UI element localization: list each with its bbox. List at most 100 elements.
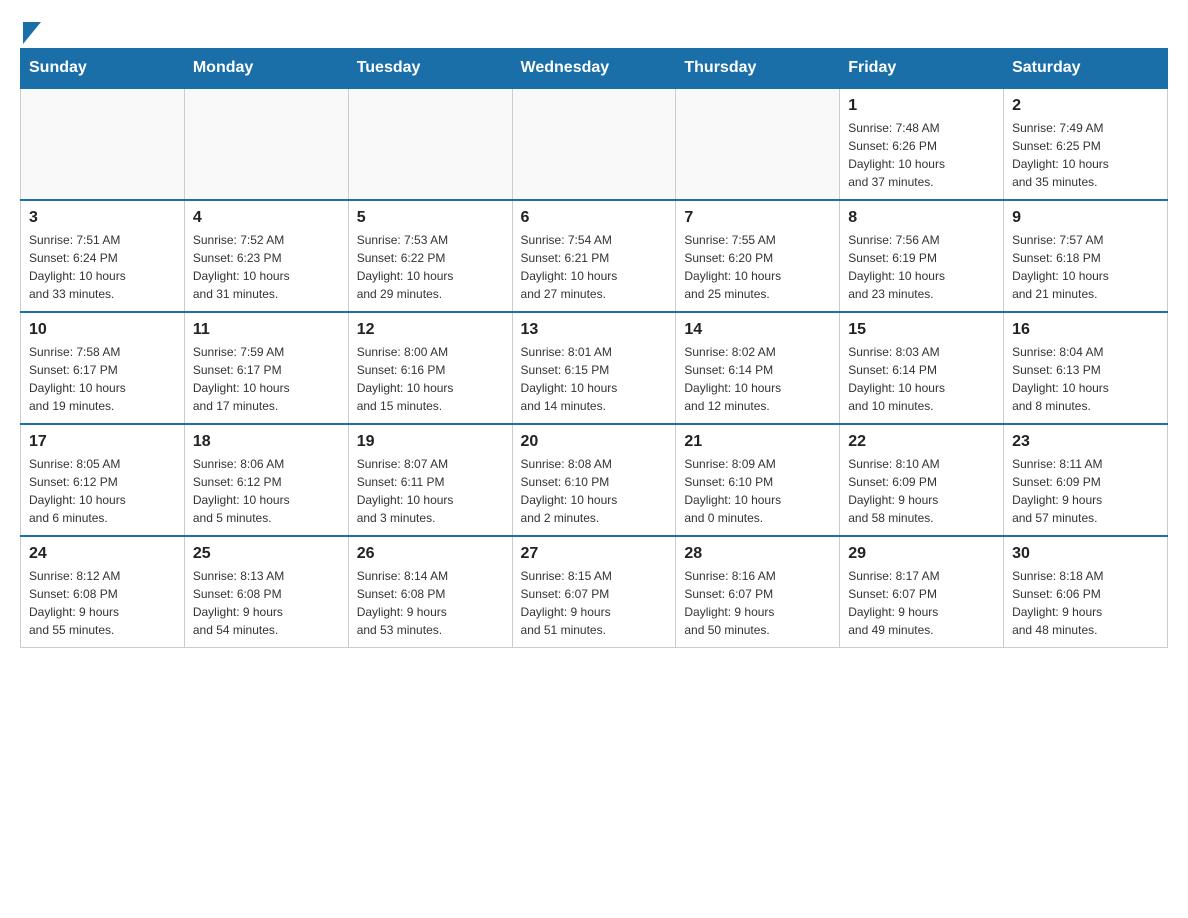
day-number: 16 — [1012, 321, 1159, 339]
calendar-cell: 24 Sunrise: 8:12 AM Sunset: 6:08 PM Dayli… — [21, 536, 185, 648]
calendar-cell: 28 Sunrise: 8:16 AM Sunset: 6:07 PM Dayli… — [676, 536, 840, 648]
day-sun-info: Sunrise: 8:13 AM Sunset: 6:08 PM Dayligh… — [193, 569, 284, 637]
weekday-header-friday: Friday — [840, 49, 1004, 89]
day-number: 11 — [193, 321, 340, 339]
weekday-header-row: SundayMondayTuesdayWednesdayThursdayFrid… — [21, 49, 1168, 89]
calendar-cell — [512, 88, 676, 200]
calendar-cell: 3 Sunrise: 7:51 AM Sunset: 6:24 PM Daylig… — [21, 200, 185, 312]
day-sun-info: Sunrise: 8:03 AM Sunset: 6:14 PM Dayligh… — [848, 345, 945, 413]
calendar-cell — [21, 88, 185, 200]
calendar-cell: 10 Sunrise: 7:58 AM Sunset: 6:17 PM Dayli… — [21, 312, 185, 424]
day-number: 25 — [193, 545, 340, 563]
calendar-cell: 12 Sunrise: 8:00 AM Sunset: 6:16 PM Dayli… — [348, 312, 512, 424]
day-sun-info: Sunrise: 8:17 AM Sunset: 6:07 PM Dayligh… — [848, 569, 939, 637]
day-sun-info: Sunrise: 7:52 AM Sunset: 6:23 PM Dayligh… — [193, 233, 290, 301]
day-number: 21 — [684, 433, 831, 451]
calendar-cell: 17 Sunrise: 8:05 AM Sunset: 6:12 PM Dayli… — [21, 424, 185, 536]
day-number: 3 — [29, 209, 176, 227]
calendar-cell: 4 Sunrise: 7:52 AM Sunset: 6:23 PM Daylig… — [184, 200, 348, 312]
day-number: 5 — [357, 209, 504, 227]
day-number: 30 — [1012, 545, 1159, 563]
calendar-cell: 27 Sunrise: 8:15 AM Sunset: 6:07 PM Dayli… — [512, 536, 676, 648]
day-number: 27 — [521, 545, 668, 563]
day-sun-info: Sunrise: 7:51 AM Sunset: 6:24 PM Dayligh… — [29, 233, 126, 301]
calendar-cell — [184, 88, 348, 200]
day-sun-info: Sunrise: 8:07 AM Sunset: 6:11 PM Dayligh… — [357, 457, 454, 525]
day-sun-info: Sunrise: 8:10 AM Sunset: 6:09 PM Dayligh… — [848, 457, 939, 525]
calendar-cell: 25 Sunrise: 8:13 AM Sunset: 6:08 PM Dayli… — [184, 536, 348, 648]
day-number: 18 — [193, 433, 340, 451]
day-number: 26 — [357, 545, 504, 563]
day-sun-info: Sunrise: 7:56 AM Sunset: 6:19 PM Dayligh… — [848, 233, 945, 301]
day-sun-info: Sunrise: 8:16 AM Sunset: 6:07 PM Dayligh… — [684, 569, 775, 637]
day-number: 23 — [1012, 433, 1159, 451]
day-number: 28 — [684, 545, 831, 563]
calendar-week-5: 24 Sunrise: 8:12 AM Sunset: 6:08 PM Dayli… — [21, 536, 1168, 648]
day-sun-info: Sunrise: 7:54 AM Sunset: 6:21 PM Dayligh… — [521, 233, 618, 301]
day-sun-info: Sunrise: 8:08 AM Sunset: 6:10 PM Dayligh… — [521, 457, 618, 525]
calendar-week-1: 1Sunrise: 7:48 AM Sunset: 6:26 PM Daylig… — [21, 88, 1168, 200]
logo — [20, 20, 41, 38]
day-number: 10 — [29, 321, 176, 339]
day-sun-info: Sunrise: 8:11 AM Sunset: 6:09 PM Dayligh… — [1012, 457, 1103, 525]
day-number: 4 — [193, 209, 340, 227]
calendar-cell: 11 Sunrise: 7:59 AM Sunset: 6:17 PM Dayli… — [184, 312, 348, 424]
day-sun-info: Sunrise: 7:57 AM Sunset: 6:18 PM Dayligh… — [1012, 233, 1109, 301]
day-sun-info: Sunrise: 8:01 AM Sunset: 6:15 PM Dayligh… — [521, 345, 618, 413]
calendar-week-2: 3 Sunrise: 7:51 AM Sunset: 6:24 PM Daylig… — [21, 200, 1168, 312]
day-sun-info: Sunrise: 8:02 AM Sunset: 6:14 PM Dayligh… — [684, 345, 781, 413]
day-sun-info: Sunrise: 8:05 AM Sunset: 6:12 PM Dayligh… — [29, 457, 126, 525]
day-sun-info: Sunrise: 8:18 AM Sunset: 6:06 PM Dayligh… — [1012, 569, 1103, 637]
day-number: 22 — [848, 433, 995, 451]
day-sun-info: Sunrise: 7:48 AM Sunset: 6:26 PM Dayligh… — [848, 121, 945, 189]
day-sun-info: Sunrise: 8:06 AM Sunset: 6:12 PM Dayligh… — [193, 457, 290, 525]
calendar-cell: 13 Sunrise: 8:01 AM Sunset: 6:15 PM Dayli… — [512, 312, 676, 424]
calendar-cell: 16 Sunrise: 8:04 AM Sunset: 6:13 PM Dayli… — [1004, 312, 1168, 424]
calendar-table: SundayMondayTuesdayWednesdayThursdayFrid… — [20, 48, 1168, 648]
calendar-cell — [348, 88, 512, 200]
page-header — [20, 20, 1168, 38]
day-number: 2 — [1012, 97, 1159, 115]
calendar-cell: 23 Sunrise: 8:11 AM Sunset: 6:09 PM Dayli… — [1004, 424, 1168, 536]
calendar-cell: 7 Sunrise: 7:55 AM Sunset: 6:20 PM Daylig… — [676, 200, 840, 312]
weekday-header-sunday: Sunday — [21, 49, 185, 89]
day-number: 7 — [684, 209, 831, 227]
weekday-header-thursday: Thursday — [676, 49, 840, 89]
calendar-cell: 21 Sunrise: 8:09 AM Sunset: 6:10 PM Dayli… — [676, 424, 840, 536]
weekday-header-saturday: Saturday — [1004, 49, 1168, 89]
day-number: 12 — [357, 321, 504, 339]
calendar-cell: 2 Sunrise: 7:49 AM Sunset: 6:25 PM Daylig… — [1004, 88, 1168, 200]
calendar-cell: 1Sunrise: 7:48 AM Sunset: 6:26 PM Daylig… — [840, 88, 1004, 200]
day-number: 29 — [848, 545, 995, 563]
day-sun-info: Sunrise: 7:49 AM Sunset: 6:25 PM Dayligh… — [1012, 121, 1109, 189]
calendar-cell: 15 Sunrise: 8:03 AM Sunset: 6:14 PM Dayli… — [840, 312, 1004, 424]
day-sun-info: Sunrise: 8:09 AM Sunset: 6:10 PM Dayligh… — [684, 457, 781, 525]
day-sun-info: Sunrise: 7:53 AM Sunset: 6:22 PM Dayligh… — [357, 233, 454, 301]
day-number: 14 — [684, 321, 831, 339]
calendar-cell: 6 Sunrise: 7:54 AM Sunset: 6:21 PM Daylig… — [512, 200, 676, 312]
day-number: 13 — [521, 321, 668, 339]
calendar-week-4: 17 Sunrise: 8:05 AM Sunset: 6:12 PM Dayli… — [21, 424, 1168, 536]
calendar-cell: 30 Sunrise: 8:18 AM Sunset: 6:06 PM Dayli… — [1004, 536, 1168, 648]
calendar-cell: 8Sunrise: 7:56 AM Sunset: 6:19 PM Daylig… — [840, 200, 1004, 312]
day-number: 19 — [357, 433, 504, 451]
day-sun-info: Sunrise: 8:00 AM Sunset: 6:16 PM Dayligh… — [357, 345, 454, 413]
day-number: 17 — [29, 433, 176, 451]
calendar-cell: 22 Sunrise: 8:10 AM Sunset: 6:09 PM Dayli… — [840, 424, 1004, 536]
day-number: 6 — [521, 209, 668, 227]
day-sun-info: Sunrise: 8:04 AM Sunset: 6:13 PM Dayligh… — [1012, 345, 1109, 413]
day-number: 20 — [521, 433, 668, 451]
calendar-cell — [676, 88, 840, 200]
day-sun-info: Sunrise: 7:59 AM Sunset: 6:17 PM Dayligh… — [193, 345, 290, 413]
calendar-cell: 5 Sunrise: 7:53 AM Sunset: 6:22 PM Daylig… — [348, 200, 512, 312]
day-number: 24 — [29, 545, 176, 563]
day-sun-info: Sunrise: 7:55 AM Sunset: 6:20 PM Dayligh… — [684, 233, 781, 301]
day-sun-info: Sunrise: 7:58 AM Sunset: 6:17 PM Dayligh… — [29, 345, 126, 413]
calendar-cell: 29 Sunrise: 8:17 AM Sunset: 6:07 PM Dayli… — [840, 536, 1004, 648]
calendar-cell: 9Sunrise: 7:57 AM Sunset: 6:18 PM Daylig… — [1004, 200, 1168, 312]
day-sun-info: Sunrise: 8:15 AM Sunset: 6:07 PM Dayligh… — [521, 569, 612, 637]
calendar-cell: 14 Sunrise: 8:02 AM Sunset: 6:14 PM Dayli… — [676, 312, 840, 424]
day-sun-info: Sunrise: 8:12 AM Sunset: 6:08 PM Dayligh… — [29, 569, 120, 637]
day-number: 15 — [848, 321, 995, 339]
calendar-cell: 18 Sunrise: 8:06 AM Sunset: 6:12 PM Dayli… — [184, 424, 348, 536]
